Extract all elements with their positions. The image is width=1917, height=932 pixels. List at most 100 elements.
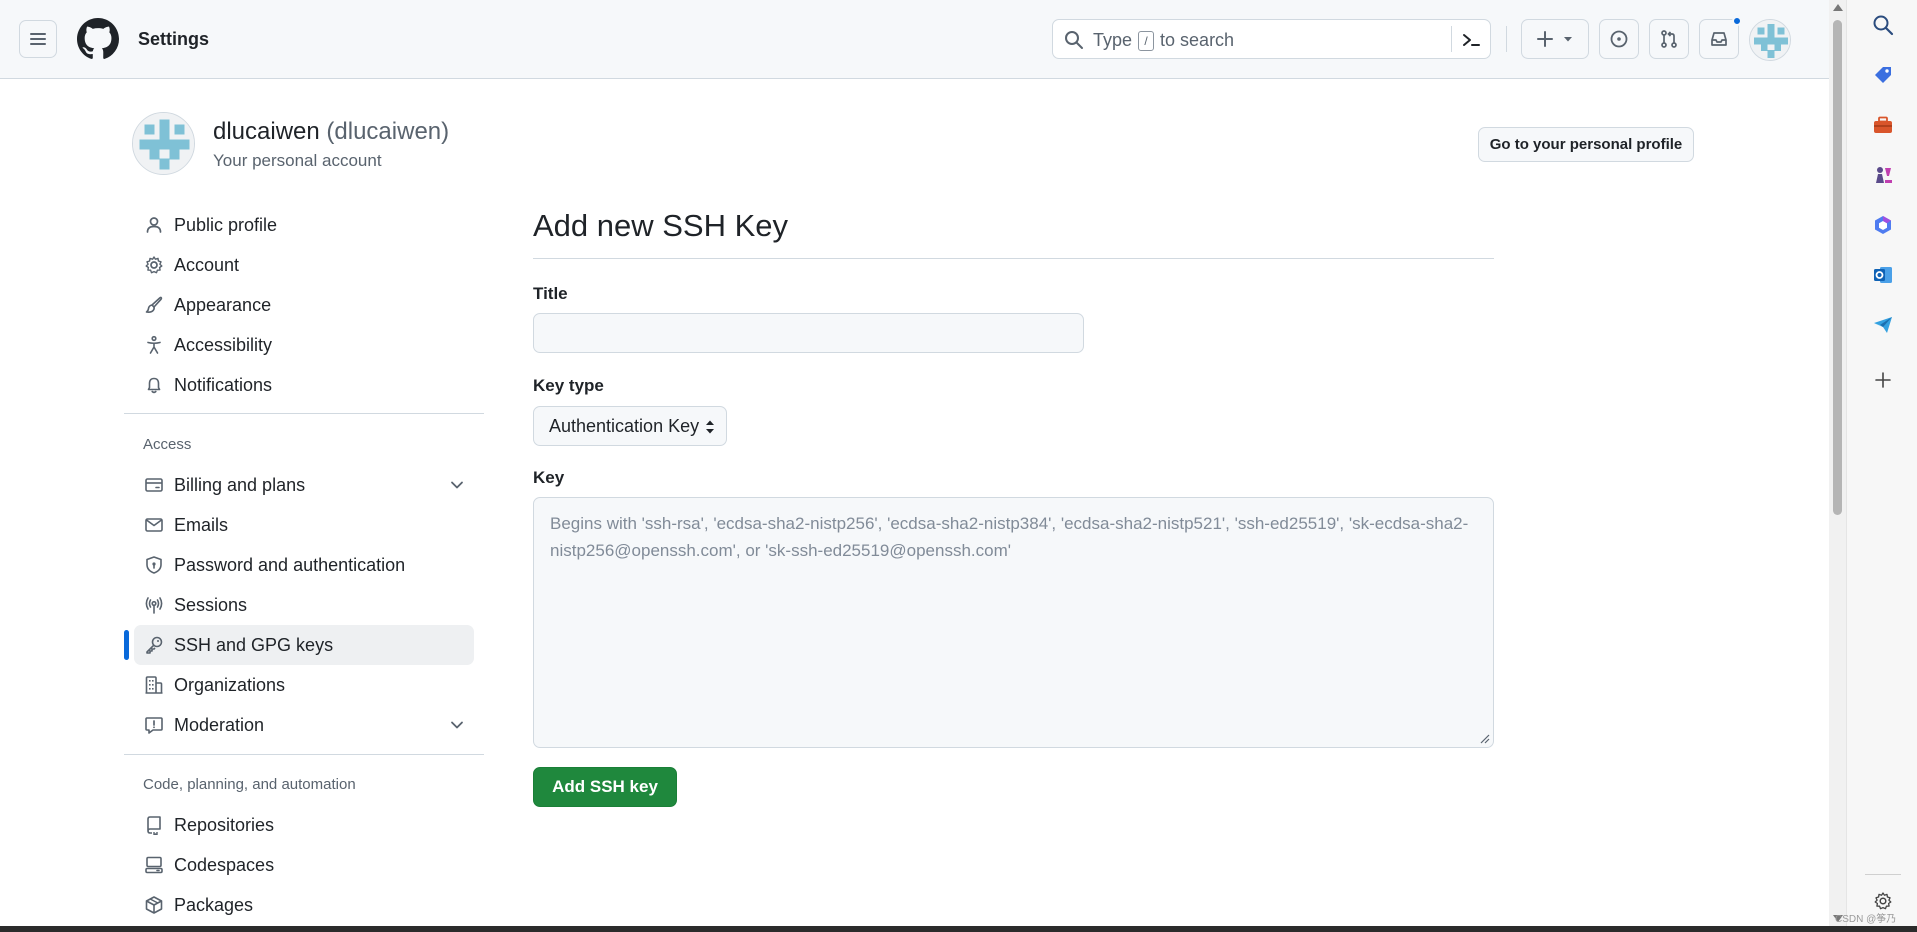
report-icon: [145, 717, 163, 734]
issues-button[interactable]: [1599, 19, 1639, 59]
page-context-title[interactable]: Settings: [138, 29, 209, 50]
sidebar-item-accessibility[interactable]: Accessibility: [134, 325, 474, 365]
sidebar-item-label: Packages: [174, 895, 254, 915]
sidebar-item-label: Moderation: [174, 715, 265, 735]
browser-search-button[interactable]: [1868, 10, 1898, 40]
inbox-button[interactable]: [1699, 16, 1742, 59]
account-avatar: [132, 112, 195, 175]
sidebar-item-notifications[interactable]: Notifications: [134, 365, 474, 405]
sidebar-item-sessions[interactable]: Sessions: [134, 585, 474, 625]
shopping-button[interactable]: [1868, 60, 1898, 90]
key-textarea[interactable]: Begins with 'ssh-rsa', 'ecdsa-sha2-nistp…: [533, 497, 1494, 748]
sidebar-item-billing[interactable]: Billing and plans: [134, 465, 474, 505]
key-type-label: Key type: [533, 376, 604, 395]
copilot-button[interactable]: [1868, 210, 1898, 240]
watermark-text: CSDN @筝乃: [1835, 914, 1897, 925]
window-bottom-edge: [0, 926, 1917, 932]
scroll-up-arrow-icon[interactable]: [1833, 4, 1843, 11]
pull-requests-button[interactable]: [1649, 19, 1689, 59]
page-title: Add new SSH Key: [533, 208, 789, 243]
user-avatar-menu[interactable]: [1749, 19, 1791, 61]
search-placeholder: Type / to search: [1093, 30, 1234, 51]
page-scrollbar[interactable]: [1829, 0, 1846, 926]
top-header: Settings Type / to search: [0, 0, 1829, 79]
github-logo-icon[interactable]: [77, 18, 119, 60]
mail-icon: [145, 518, 163, 532]
organization-icon: [145, 676, 163, 694]
search-placeholder-prefix: Type: [1093, 30, 1133, 50]
sidebar-item-ssh-gpg-keys[interactable]: SSH and GPG keys: [134, 625, 474, 665]
copilot-icon: [1875, 216, 1891, 234]
account-name: dlucaiwen (dlucaiwen): [213, 118, 449, 146]
sidebar-heading-access: Access: [143, 436, 192, 453]
sidebar-item-emails[interactable]: Emails: [134, 505, 474, 545]
sidebar-item-label: Emails: [174, 515, 229, 535]
sidebar-item-appearance[interactable]: Appearance: [134, 285, 474, 325]
chevron-down-icon[interactable]: [450, 718, 464, 732]
resize-handle-icon[interactable]: [1480, 734, 1490, 744]
unread-indicator: [1732, 16, 1742, 26]
sidebar-item-public-profile[interactable]: Public profile: [134, 205, 474, 245]
sidebar-item-organizations[interactable]: Organizations: [134, 665, 474, 705]
sidebar-item-label: Appearance: [174, 295, 272, 315]
sidebar-item-repositories[interactable]: Repositories: [134, 805, 474, 845]
games-button[interactable]: [1868, 160, 1898, 190]
add-ssh-key-button[interactable]: Add SSH key: [533, 767, 677, 807]
accessibility-icon: [147, 335, 161, 354]
sidebar-item-label: Codespaces: [174, 855, 275, 875]
sidebar-item-codespaces[interactable]: Codespaces: [134, 845, 474, 885]
sidebar-item-label: Accessibility: [174, 335, 273, 355]
tools-button[interactable]: [1868, 110, 1898, 140]
outlook-button[interactable]: [1868, 260, 1898, 290]
identicon-avatar-large: [133, 113, 194, 174]
broadcast-icon: [145, 597, 163, 614]
account-display-name: dlucaiwen: [213, 118, 320, 145]
sidebar-item-password-authentication[interactable]: Password and authentication: [134, 545, 474, 585]
triangle-down-icon: [1564, 37, 1572, 42]
chevron-down-icon[interactable]: [450, 478, 464, 492]
sidebar-divider: [124, 754, 484, 755]
paintbrush-icon: [145, 296, 163, 313]
sidebar-item-moderation[interactable]: Moderation: [134, 705, 474, 745]
sidebar-item-label: Public profile: [174, 215, 278, 235]
menu-button[interactable]: [19, 20, 57, 58]
sidebar-item-label: Billing and plans: [174, 475, 306, 495]
active-item-indicator: [124, 630, 129, 660]
key-type-select[interactable]: Authentication Key: [533, 406, 727, 446]
side-panel-divider: [1865, 874, 1901, 875]
toolbox-icon: [1874, 116, 1892, 133]
sidebar-item-account[interactable]: Account: [134, 245, 474, 285]
sidebar-item-label: Organizations: [174, 675, 286, 695]
add-panel-button[interactable]: [1868, 365, 1898, 395]
sidebar-item-label: SSH and GPG keys: [174, 635, 334, 655]
key-icon: [146, 636, 163, 654]
sidebar-item-packages[interactable]: Packages: [134, 885, 474, 925]
title-field[interactable]: [533, 313, 1084, 353]
create-new-button[interactable]: [1521, 19, 1589, 59]
key-label: Key: [533, 468, 565, 487]
key-placeholder: Begins with 'ssh-rsa', 'ecdsa-sha2-nistp…: [550, 514, 1469, 560]
gear-icon: [145, 256, 163, 274]
paper-plane-icon: [1874, 317, 1892, 333]
search-input[interactable]: Type / to search: [1052, 19, 1491, 59]
sidebar-item-label: Password and authentication: [174, 555, 406, 575]
scrollbar-thumb[interactable]: [1833, 20, 1842, 515]
identicon-avatar: [1750, 20, 1790, 60]
gear-icon: [1874, 892, 1892, 910]
sidebar-item-label: Sessions: [174, 595, 248, 615]
person-icon: [146, 217, 162, 233]
go-to-profile-button[interactable]: Go to your personal profile: [1478, 127, 1694, 162]
command-palette-icon[interactable]: [1461, 30, 1481, 50]
credit-card-icon: [145, 478, 163, 492]
search-divider: [1451, 26, 1452, 52]
tag-icon: [1875, 67, 1891, 83]
plus-icon: [1537, 31, 1553, 47]
codespaces-icon: [145, 856, 163, 874]
search-placeholder-suffix: to search: [1160, 30, 1235, 50]
send-button[interactable]: [1868, 310, 1898, 340]
issue-opened-icon: [1610, 30, 1628, 48]
title-label: Title: [533, 284, 568, 303]
git-pull-request-icon: [1661, 30, 1677, 48]
account-subtitle: Your personal account: [213, 151, 382, 170]
plus-icon: [1875, 372, 1891, 388]
